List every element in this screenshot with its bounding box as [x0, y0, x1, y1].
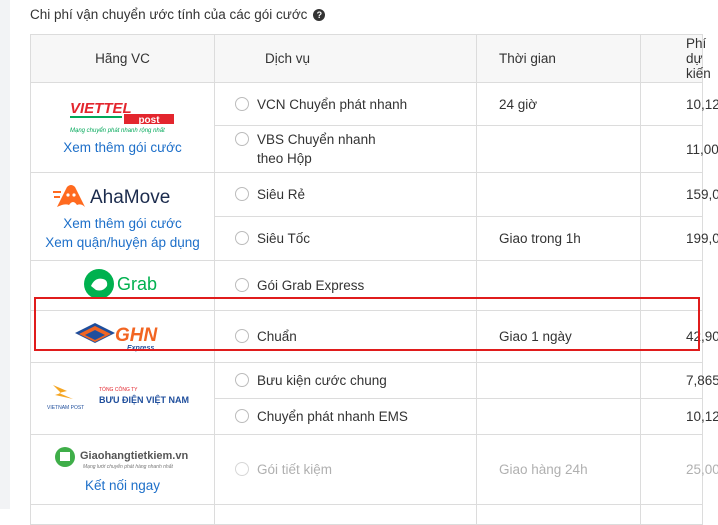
service-name: Gói Grab Express: [257, 278, 365, 293]
table-header-row: Hãng VC Dịch vụ Thời gian Phí dự kiến: [30, 34, 711, 83]
svg-text:Giaohangtietkiem.vn: Giaohangtietkiem.vn: [80, 450, 188, 462]
ghtk-logo: Giaohangtietkiem.vn Mạng lưới chuyển phá…: [53, 445, 193, 473]
service-name: Siêu Tốc: [257, 231, 311, 246]
fee-cell: 42,900đ: [640, 310, 718, 363]
viettel-post-logo: VIETTEL post Mạng chuyển phát nhanh rộng…: [68, 99, 178, 135]
fee-cell: 199,000đ: [640, 216, 718, 261]
service-radio[interactable]: [235, 231, 249, 245]
ahamove-districts-link[interactable]: Xem quận/huyện áp dụng: [32, 233, 213, 252]
table-row: VIETNAM POST TỔNG CÔNG TY BƯU ĐIỆN VIỆT …: [30, 362, 718, 435]
svg-text:VIETTEL: VIETTEL: [70, 100, 132, 117]
service-cell: Chuẩn: [214, 310, 477, 363]
time-cell: [476, 125, 641, 173]
table-row-partial: [30, 504, 703, 525]
svg-text:post: post: [138, 115, 160, 126]
service-name: Siêu Rẻ: [257, 187, 306, 202]
service-radio[interactable]: [235, 278, 249, 292]
service-cell: Bưu kiện cước chung: [214, 362, 477, 399]
grab-logo: Grab: [83, 267, 163, 301]
service-cell-disabled: Gói tiết kiệm: [214, 434, 477, 505]
ghn-express-logo: GHN Express: [73, 317, 173, 353]
carrier-cell-ahamove: AhaMove Xem thêm gói cước Xem quận/huyện…: [30, 172, 215, 261]
service-name: Chuyển phát nhanh EMS: [257, 409, 408, 424]
ahamove-logo: AhaMove: [52, 181, 193, 211]
svg-text:VIETNAM POST: VIETNAM POST: [47, 405, 84, 411]
col-header-carrier: Hãng VC: [30, 34, 215, 83]
service-radio-disabled: [235, 462, 249, 476]
svg-text:BƯU ĐIỆN VIỆT NAM: BƯU ĐIỆN VIỆT NAM: [99, 394, 189, 405]
ghtk-connect-link[interactable]: Kết nối ngay: [32, 476, 213, 495]
service-radio[interactable]: [235, 373, 249, 387]
time-cell: [476, 260, 641, 311]
svg-text:Mạng lưới chuyển phát hàng nha: Mạng lưới chuyển phát hàng nhanh nhất: [83, 463, 173, 470]
table-row: Grab Gói Grab Express: [30, 260, 703, 311]
service-radio[interactable]: [235, 96, 249, 111]
service-cell: Chuyển phát nhanh EMS: [214, 398, 477, 435]
col-header-service: Dịch vụ: [214, 34, 477, 83]
empty-cell: [30, 504, 215, 525]
fee-cell: 159,000đ: [640, 172, 718, 217]
empty-cell: [476, 504, 641, 525]
carrier-cell-grab: Grab: [30, 260, 215, 311]
carrier-cell-ghn: GHN Express: [30, 310, 215, 363]
fee-cell: 10,120đ: [640, 398, 718, 435]
carrier-cell-ghtk: Giaohangtietkiem.vn Mạng lưới chuyển phá…: [30, 434, 215, 505]
time-cell: Giao trong 1h: [476, 216, 641, 261]
section-heading: Chi phí vận chuyển ước tính của các gói …: [30, 7, 326, 22]
shipping-fee-table: Hãng VC Dịch vụ Thời gian Phí dự kiến VI…: [30, 34, 718, 525]
fee-cell: 25,000đ: [640, 434, 718, 505]
help-icon[interactable]: ?: [313, 8, 326, 21]
fee-cell: [640, 260, 703, 311]
service-radio[interactable]: [235, 329, 249, 343]
col-header-time: Thời gian: [476, 34, 641, 83]
service-radio[interactable]: [235, 409, 249, 423]
service-radio[interactable]: [235, 187, 249, 201]
svg-text:GHN: GHN: [115, 325, 159, 346]
table-row-selected-ghn: GHN Express Chuẩn Giao 1 ngày 42,900đ: [30, 310, 718, 363]
time-cell: [476, 172, 641, 217]
svg-text:TỔNG CÔNG TY: TỔNG CÔNG TY: [99, 386, 138, 393]
vnpost-logo: VIETNAM POST TỔNG CÔNG TY BƯU ĐIỆN VIỆT …: [45, 381, 201, 413]
viettel-more-plans-link[interactable]: Xem thêm gói cước: [32, 138, 213, 157]
table-row: VIETTEL post Mạng chuyển phát nhanh rộng…: [30, 82, 718, 173]
time-cell: [476, 398, 641, 435]
empty-cell: [214, 504, 477, 525]
fee-cell: 7,865đ: [640, 362, 718, 399]
svg-text:Grab: Grab: [117, 274, 157, 294]
carrier-cell-viettel: VIETTEL post Mạng chuyển phát nhanh rộng…: [30, 82, 215, 173]
table-row: Giaohangtietkiem.vn Mạng lưới chuyển phá…: [30, 434, 718, 505]
service-name: Bưu kiện cước chung: [257, 373, 387, 388]
fee-cell: 11,000đ: [640, 125, 718, 173]
service-name: Gói tiết kiệm: [257, 462, 333, 477]
left-gutter: [0, 0, 10, 509]
time-cell: [476, 362, 641, 399]
service-cell: VCN Chuyển phát nhanh: [214, 82, 477, 126]
svg-text:Express: Express: [127, 345, 154, 352]
svg-text:Mạng chuyển phát nhanh rộng nh: Mạng chuyển phát nhanh rộng nhất: [70, 127, 165, 134]
time-cell: Giao 1 ngày: [476, 310, 641, 363]
table-row: AhaMove Xem thêm gói cước Xem quận/huyện…: [30, 172, 718, 261]
svg-text:AhaMove: AhaMove: [90, 187, 170, 208]
heading-text: Chi phí vận chuyển ước tính của các gói …: [30, 7, 308, 22]
col-header-fee: Phí dự kiến: [640, 34, 711, 83]
service-name: VCN Chuyển phát nhanh: [257, 96, 408, 112]
ahamove-more-plans-link[interactable]: Xem thêm gói cước: [32, 214, 213, 233]
time-cell: 24 giờ: [476, 82, 641, 126]
empty-cell: [640, 504, 703, 525]
service-cell: Siêu Rẻ: [214, 172, 477, 217]
service-name: Chuẩn: [257, 329, 297, 344]
time-cell: Giao hàng 24h: [476, 434, 641, 505]
fee-cell: 10,120đ: [640, 82, 718, 126]
service-cell: Gói Grab Express: [214, 260, 477, 311]
carrier-cell-vnpost: VIETNAM POST TỔNG CÔNG TY BƯU ĐIỆN VIỆT …: [30, 362, 215, 435]
service-name: VBS Chuyển nhanh theo Hộp: [257, 132, 376, 166]
service-cell: Siêu Tốc: [214, 216, 477, 261]
service-radio[interactable]: [235, 132, 249, 146]
service-cell: VBS Chuyển nhanh theo Hộp: [214, 125, 477, 173]
